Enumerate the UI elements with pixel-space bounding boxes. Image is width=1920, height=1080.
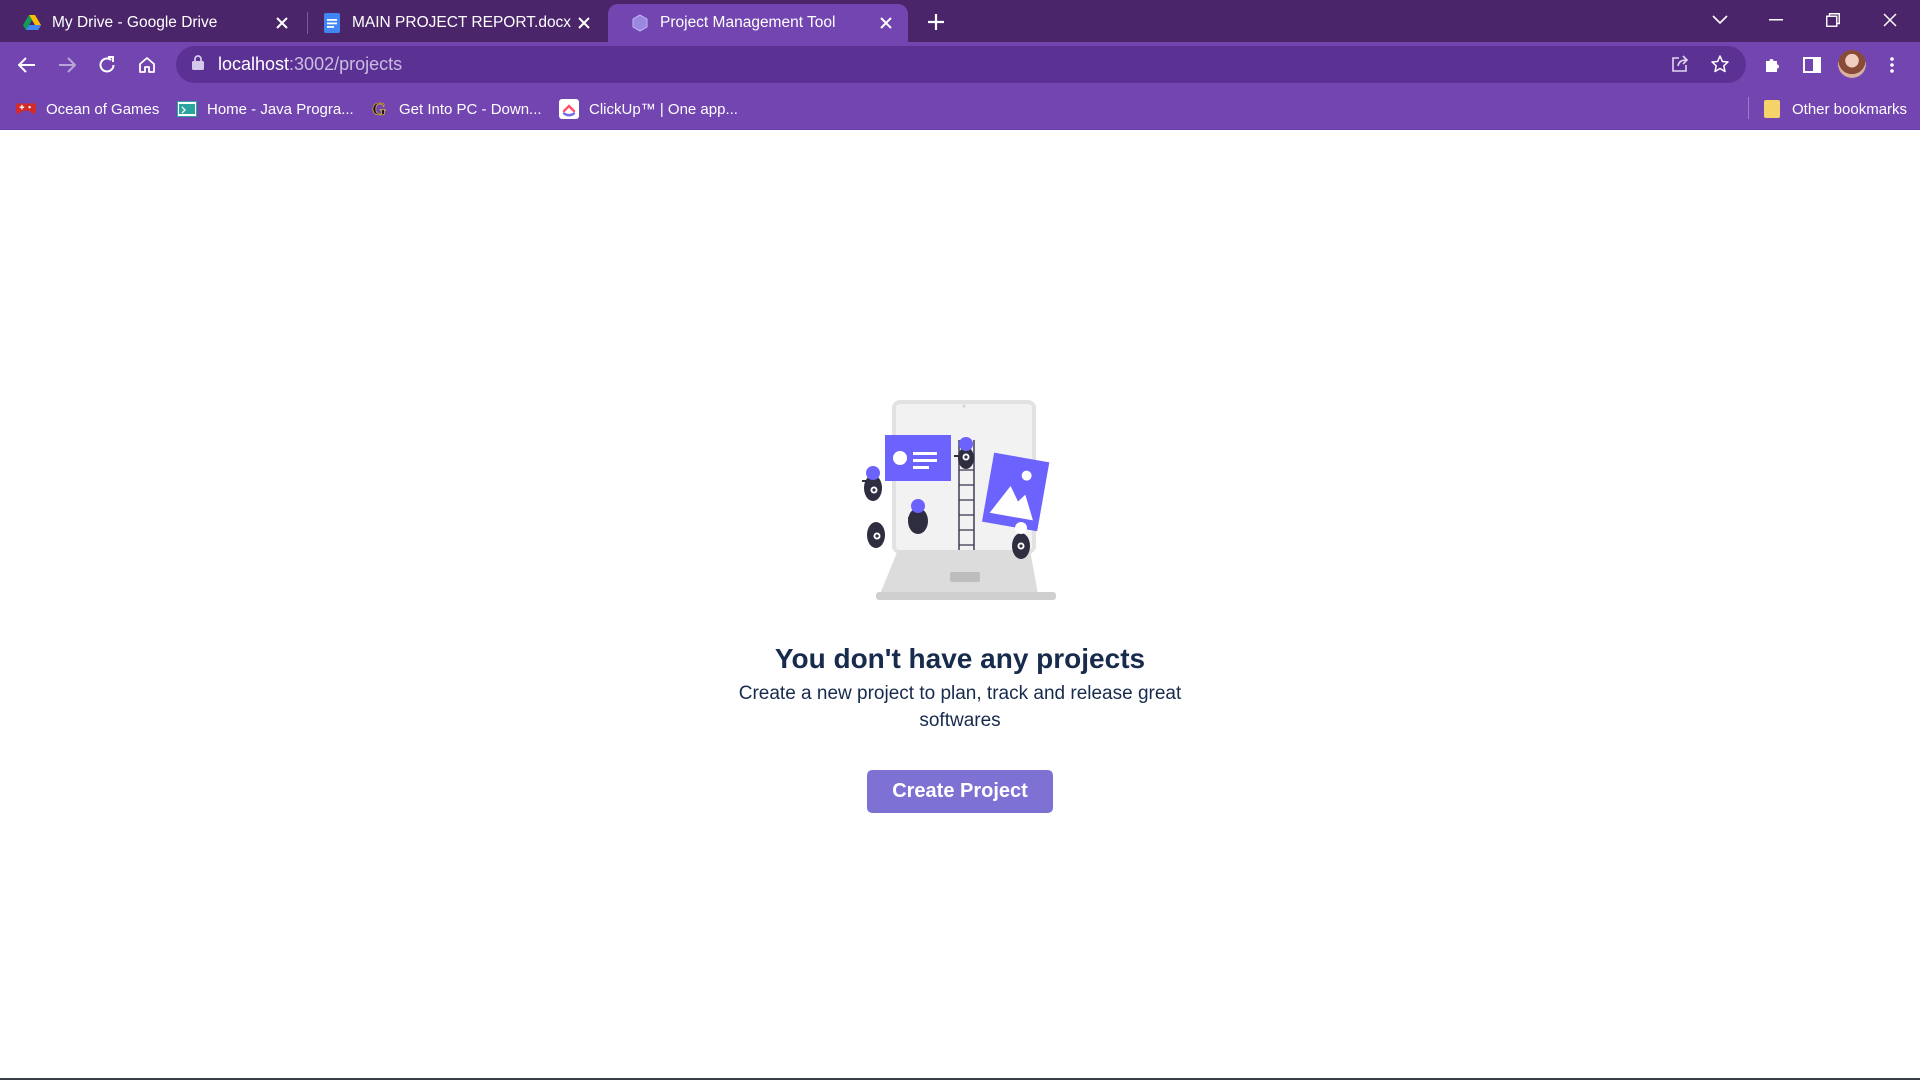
gamepad-icon	[16, 99, 36, 119]
share-button[interactable]	[1664, 48, 1696, 80]
bookmark-label: ClickUp™ | One app...	[589, 100, 738, 118]
star-icon	[1711, 55, 1729, 73]
forward-button[interactable]	[51, 49, 83, 81]
share-icon	[1672, 55, 1689, 72]
extensions-button[interactable]	[1756, 49, 1788, 81]
bookmark-label: Get Into PC - Down...	[399, 100, 542, 118]
page-content: You don't have any projects Create a new…	[0, 130, 1920, 1080]
browser-toolbar: localhost:3002/projects	[0, 42, 1920, 87]
browser-menu-button[interactable]	[1876, 49, 1908, 81]
home-button[interactable]	[131, 49, 163, 81]
other-bookmarks[interactable]: Other bookmarks	[1762, 96, 1907, 122]
getintopc-icon: G	[369, 99, 389, 119]
side-panel-icon	[1803, 57, 1821, 73]
bookmark-star-button[interactable]	[1704, 48, 1736, 80]
java-site-icon	[177, 99, 197, 119]
tab-title: My Drive - Google Drive	[52, 14, 218, 31]
url-path: :3002/projects	[289, 54, 403, 74]
empty-state-description: Create a new project to plan, track and …	[738, 683, 1182, 731]
bookmark-get-into-pc[interactable]: G Get Into PC - Down...	[369, 96, 542, 122]
tab-search-button[interactable]	[1692, 0, 1748, 40]
puzzle-icon	[1766, 59, 1779, 72]
close-window-button[interactable]	[1862, 0, 1918, 40]
empty-state-title: You don't have any projects	[774, 643, 1146, 674]
lock-icon[interactable]	[192, 54, 204, 75]
chevron-down-icon	[1712, 15, 1728, 25]
bookmark-ocean-of-games[interactable]: Ocean of Games	[16, 96, 159, 122]
bookmark-label: Home - Java Progra...	[207, 100, 354, 118]
google-drive-icon	[22, 13, 42, 33]
plus-icon	[928, 14, 944, 30]
side-panel-button[interactable]	[1796, 49, 1828, 81]
minimize-icon	[1769, 19, 1783, 21]
bookmarks-bar: Ocean of Games Home - Java Progra... G G…	[0, 87, 1920, 130]
google-docs-icon	[322, 13, 342, 33]
tab-close-icon[interactable]	[270, 11, 294, 35]
tab-title: MAIN PROJECT REPORT.docx - G	[352, 14, 572, 31]
profile-avatar[interactable]	[1838, 50, 1866, 78]
arrow-right-icon	[59, 57, 76, 73]
arrow-left-icon	[18, 57, 35, 73]
browser-tabstrip: My Drive - Google Drive MAIN PROJECT REP…	[0, 0, 1920, 42]
kebab-menu-icon	[1890, 57, 1894, 73]
tab-google-drive[interactable]: My Drive - Google Drive	[0, 4, 304, 42]
minimize-button[interactable]	[1748, 0, 1804, 40]
app-logo-icon	[630, 13, 650, 33]
back-button[interactable]	[11, 49, 43, 81]
restore-icon	[1826, 13, 1840, 27]
url-host: localhost	[218, 54, 290, 74]
tab-project-report[interactable]: MAIN PROJECT REPORT.docx - G	[300, 4, 606, 42]
tab-close-icon[interactable]	[874, 11, 898, 35]
bookmarks-separator	[1748, 97, 1749, 119]
empty-projects-illustration	[862, 400, 1056, 600]
bookmark-label: Ocean of Games	[46, 100, 160, 118]
home-icon	[139, 57, 155, 73]
reload-icon	[99, 56, 115, 73]
address-bar[interactable]: localhost:3002/projects	[176, 46, 1746, 83]
restore-button[interactable]	[1805, 0, 1861, 40]
tab-project-management-tool[interactable]: Project Management Tool	[608, 4, 908, 42]
tab-close-icon[interactable]	[572, 11, 596, 35]
close-icon	[1883, 13, 1897, 27]
bookmark-java-programming[interactable]: Home - Java Progra...	[177, 96, 354, 122]
reload-button[interactable]	[91, 49, 123, 81]
create-project-button[interactable]: Create Project	[867, 770, 1053, 813]
new-tab-button[interactable]	[922, 8, 950, 36]
svg-text:G: G	[372, 99, 386, 119]
folder-icon	[1762, 99, 1782, 119]
url-text[interactable]: localhost:3002/projects	[218, 54, 402, 75]
other-bookmarks-label: Other bookmarks	[1792, 100, 1908, 118]
bookmark-clickup[interactable]: ClickUp™ | One app...	[559, 96, 738, 122]
tab-title: Project Management Tool	[660, 14, 836, 31]
clickup-icon	[559, 99, 579, 119]
